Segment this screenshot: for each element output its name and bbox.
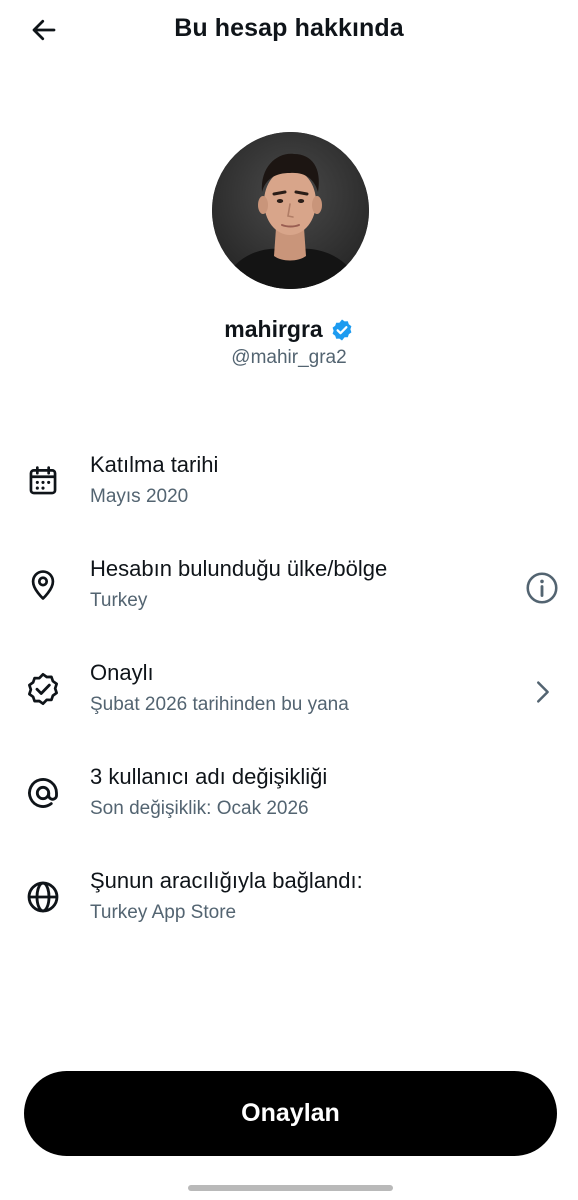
verified-badge-outline-icon <box>22 668 64 710</box>
info-row-country: Hesabın bulunduğu ülke/bölge Turkey <box>0 544 578 648</box>
row-title: Katılma tarihi <box>90 452 219 477</box>
row-title: Hesabın bulunduğu ülke/bölge <box>90 556 388 581</box>
row-subtitle: Şubat 2026 tarihinden bu yana <box>90 694 349 715</box>
verified-details-button[interactable] <box>522 672 562 712</box>
get-verified-button[interactable]: Onaylan <box>24 1071 557 1156</box>
home-indicator[interactable] <box>188 1185 393 1191</box>
row-subtitle: Mayıs 2020 <box>90 486 189 507</box>
verified-badge-icon <box>332 319 352 340</box>
row-subtitle: Turkey <box>90 590 148 611</box>
avatar[interactable] <box>212 132 369 289</box>
calendar-icon <box>22 460 64 502</box>
row-title: Onaylı <box>90 660 154 685</box>
account-info-list: Katılma tarihi Mayıs 2020 Hesabın bulund… <box>0 440 578 960</box>
globe-icon <box>22 876 64 918</box>
row-title: Şunun aracılığıyla bağlandı: <box>90 868 363 893</box>
info-row-join-date: Katılma tarihi Mayıs 2020 <box>0 440 578 544</box>
row-title: 3 kullanıcı adı değişikliği <box>90 764 328 789</box>
info-button[interactable] <box>522 568 562 608</box>
info-icon <box>526 572 558 604</box>
page-title: Bu hesap hakkında <box>174 14 404 42</box>
profile-name-row: mahirgra <box>0 316 578 343</box>
info-row-username-changes: 3 kullanıcı adı değişikliği Son değişikl… <box>0 752 578 856</box>
location-pin-icon <box>22 564 64 606</box>
profile-handle: @mahir_gra2 <box>231 347 347 368</box>
info-row-connected-via: Şunun aracılığıyla bağlandı: Turkey App … <box>0 856 578 960</box>
chevron-right-icon <box>537 681 549 703</box>
at-sign-icon <box>22 772 64 814</box>
info-row-verified[interactable]: Onaylı Şubat 2026 tarihinden bu yana <box>0 648 578 752</box>
display-name: mahirgra <box>224 316 323 342</box>
row-subtitle: Turkey App Store <box>90 902 237 923</box>
row-subtitle: Son değişiklik: Ocak 2026 <box>90 798 309 819</box>
top-bar: Bu hesap hakkında <box>0 0 578 62</box>
avatar-photo <box>212 132 369 289</box>
